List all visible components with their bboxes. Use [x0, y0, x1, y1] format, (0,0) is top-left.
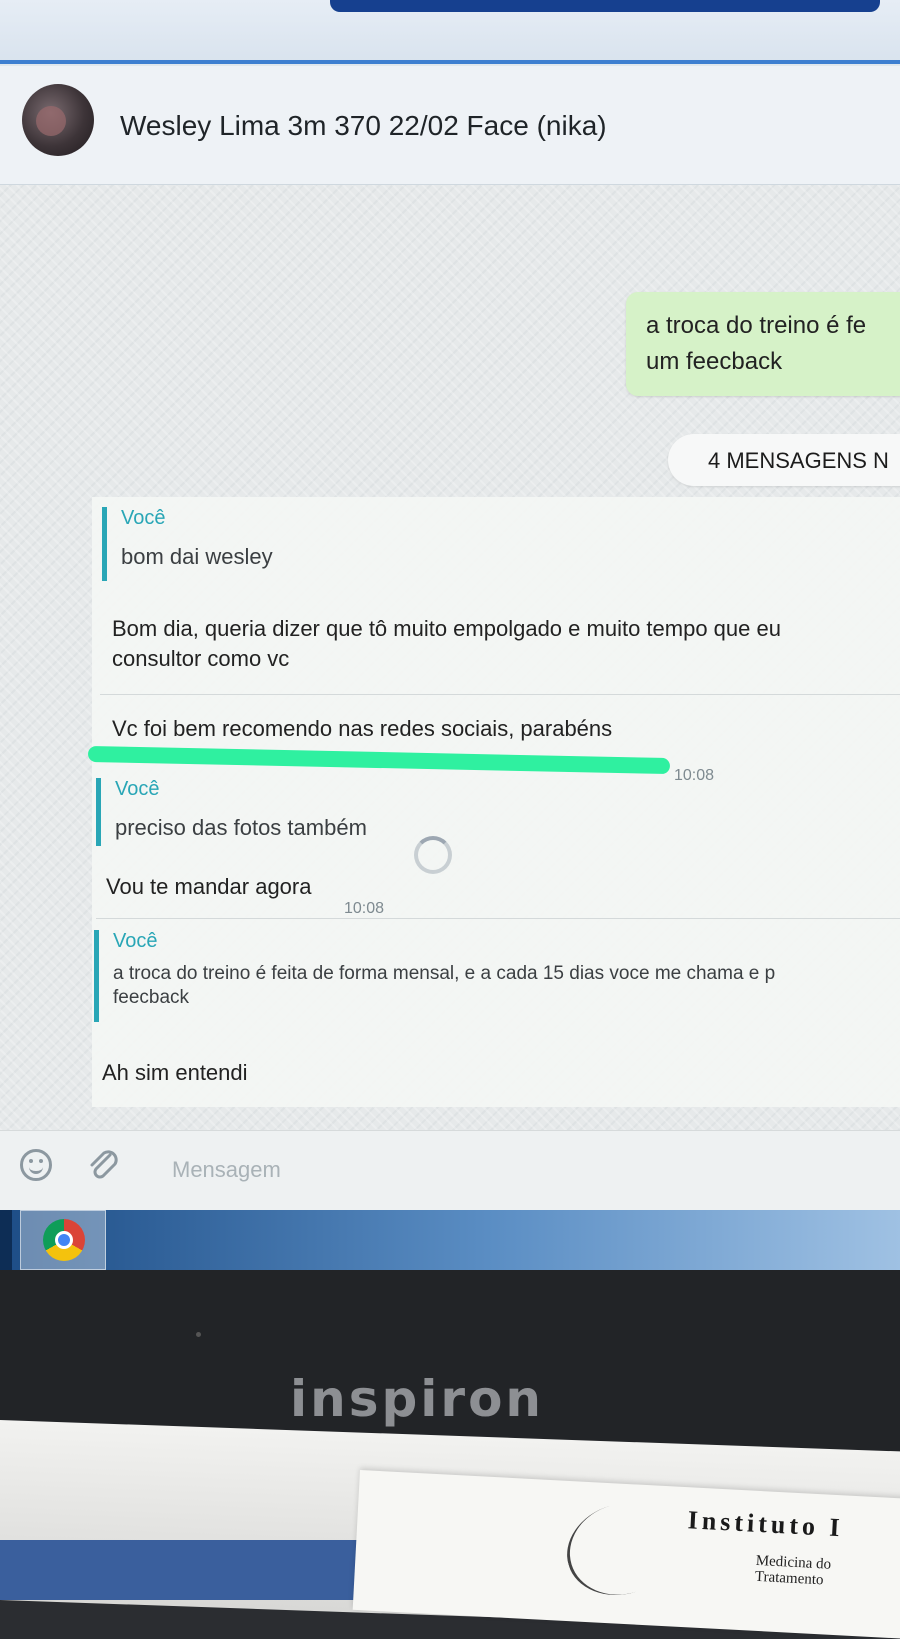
browser-tab-strip[interactable]	[330, 0, 880, 12]
desk-object	[0, 1540, 380, 1600]
message-time: 10:08	[674, 767, 715, 784]
quote-text: a troca do treino é feita de forma mensa…	[113, 963, 776, 984]
quoted-reply[interactable]: Você bom dai wesley	[102, 507, 273, 581]
emoji-icon[interactable]	[20, 1149, 52, 1181]
quote-author: Você	[113, 930, 158, 952]
unread-messages-label: 4 MENSAGENS N	[708, 448, 889, 473]
paper-subtitle: Medicina do Tratamento	[755, 1553, 832, 1589]
outgoing-message-line: a troca do treino é fe	[646, 312, 867, 339]
message-text: Ah sim entendi	[102, 1060, 248, 1085]
quote-author: Você	[115, 778, 160, 800]
message-divider	[96, 918, 900, 919]
taskbar-chrome-button[interactable]	[20, 1210, 106, 1270]
institute-logo-icon	[555, 1489, 690, 1609]
message-text: consultor como vc	[112, 646, 290, 671]
taskbar	[0, 1210, 900, 1270]
message-text: Vc foi bem recomendo nas redes sociais, …	[112, 716, 613, 741]
message-text: Vou te mandar agora	[106, 874, 312, 899]
paper-title: Instituto I	[687, 1505, 845, 1543]
paper-sheet: Instituto I Medicina do Tratamento	[352, 1470, 900, 1639]
loading-spinner-icon	[414, 836, 452, 874]
browser-frame	[0, 0, 900, 64]
message-time: 10:08	[344, 900, 385, 917]
contact-name[interactable]: Wesley Lima 3m 370 22/02 Face (nika)	[120, 110, 607, 142]
outgoing-message[interactable]: a troca do treino é fe um feecback	[626, 292, 900, 396]
quote-text: preciso das fotos também	[115, 815, 367, 840]
message-input[interactable]	[170, 1149, 774, 1191]
avatar[interactable]	[22, 84, 94, 156]
message-composer	[0, 1130, 900, 1211]
quoted-reply[interactable]: Você a troca do treino é feita de forma …	[94, 930, 785, 1022]
webcam	[196, 1332, 201, 1337]
laptop-screen: Wesley Lima 3m 370 22/02 Face (nika) a t…	[0, 0, 900, 1270]
quoted-reply[interactable]: Você preciso das fotos também	[96, 778, 367, 846]
quote-text: bom dai wesley	[121, 544, 273, 569]
unread-messages-banner: 4 MENSAGENS N	[668, 434, 900, 486]
outgoing-message-line: um feecback	[646, 348, 783, 375]
message-divider	[100, 694, 900, 695]
paperclip-icon[interactable]	[86, 1147, 120, 1183]
laptop-brand-logo: inspiron	[290, 1370, 545, 1428]
chrome-icon	[43, 1219, 85, 1261]
browser-accent-line	[0, 60, 900, 64]
quote-text: feecback	[113, 987, 190, 1008]
start-button[interactable]	[0, 1210, 12, 1270]
chat-header[interactable]: Wesley Lima 3m 370 22/02 Face (nika)	[0, 66, 900, 185]
message-text: Bom dia, queria dizer que tô muito empol…	[112, 616, 781, 641]
paper-subtitle-line: Tratamento	[754, 1568, 824, 1589]
quote-author: Você	[121, 507, 166, 529]
